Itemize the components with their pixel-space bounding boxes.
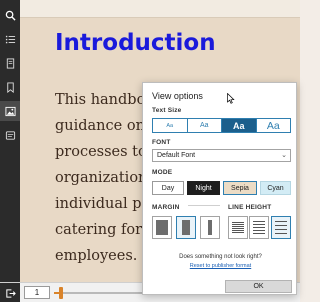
text-size-selector: Aa Aa Aa Aa — [152, 118, 291, 133]
progress-thumb[interactable] — [58, 287, 63, 299]
image-icon — [4, 106, 16, 116]
progress-fill — [54, 292, 59, 294]
margin-wide-icon — [208, 220, 212, 235]
margin-label: MARGIN — [152, 204, 180, 211]
left-toolbar — [0, 0, 20, 302]
notes-button[interactable] — [0, 125, 20, 145]
font-dropdown[interactable]: Default Font ⌄ — [152, 149, 291, 162]
ok-button[interactable]: OK — [225, 280, 292, 293]
dialog-title: View options — [152, 91, 203, 101]
mode-label: MODE — [152, 169, 173, 176]
help-question: Does something not look right? — [179, 254, 262, 260]
chevron-down-icon: ⌄ — [281, 152, 287, 159]
line-height-loose-button[interactable] — [271, 216, 291, 239]
exit-icon — [5, 288, 16, 298]
text-size-smallest[interactable]: Aa — [153, 119, 188, 132]
font-dropdown-value: Default Font — [157, 152, 196, 159]
mode-night-button[interactable]: Night — [187, 181, 220, 195]
margin-medium-button[interactable] — [176, 216, 196, 239]
line-height-label: LINE HEIGHT — [228, 204, 272, 211]
search-button[interactable] — [0, 5, 20, 25]
mouse-cursor-icon — [227, 93, 235, 104]
text-size-medium[interactable]: Aa — [222, 119, 257, 132]
exit-button[interactable] — [0, 283, 20, 302]
margin-wide-button[interactable] — [200, 216, 220, 239]
divider — [188, 205, 220, 206]
page-top-strip — [20, 0, 300, 18]
margin-narrow-button[interactable] — [152, 216, 172, 239]
view-options-dialog: View options Text Size Aa Aa Aa Aa FONT … — [142, 82, 297, 295]
reset-format-link[interactable]: Reset to publisher format — [143, 263, 298, 269]
line-height-normal-icon — [253, 221, 265, 234]
bookmarks-icon — [6, 57, 14, 69]
margin-medium-icon — [182, 220, 190, 235]
mode-day-button[interactable]: Day — [152, 181, 184, 195]
notes-icon — [5, 130, 15, 140]
line-height-loose-icon — [275, 221, 287, 234]
line-height-normal-button[interactable] — [249, 216, 269, 239]
mode-cyan-button[interactable]: Cyan — [260, 181, 291, 195]
mode-sepia-button[interactable]: Sepia — [223, 181, 257, 195]
bookmarks-button[interactable] — [0, 53, 20, 73]
text-size-label: Text Size — [152, 107, 182, 114]
list-icon — [5, 35, 15, 43]
contents-button[interactable] — [0, 29, 20, 49]
margin-narrow-icon — [156, 220, 168, 235]
bookmark-button[interactable] — [0, 77, 20, 97]
chapter-heading: Introduction — [55, 30, 216, 56]
view-options-button[interactable] — [0, 101, 20, 121]
bookmark-icon — [6, 81, 14, 93]
font-label: FONT — [152, 139, 171, 146]
line-height-compact-icon — [232, 222, 244, 233]
text-size-small[interactable]: Aa — [187, 119, 222, 132]
search-icon — [5, 10, 16, 21]
page-number-input[interactable]: 1 — [24, 286, 50, 299]
line-height-compact-button[interactable] — [228, 216, 248, 239]
text-size-large[interactable]: Aa — [256, 119, 290, 132]
